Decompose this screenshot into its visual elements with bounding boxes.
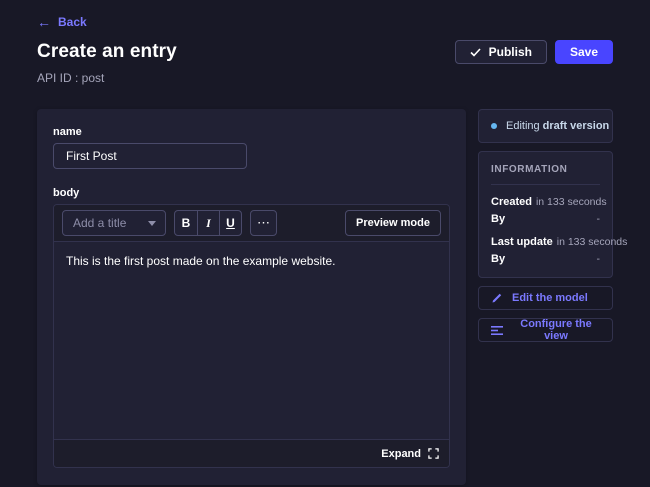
title-style-select[interactable]: Add a title [62,210,166,236]
header-actions: Publish Save [455,40,613,64]
publish-label: Publish [489,45,532,59]
pencil-icon [491,292,503,304]
preview-mode-button[interactable]: Preview mode [345,210,441,236]
name-input[interactable] [53,143,247,169]
italic-button[interactable]: I [197,211,219,235]
preview-mode-label: Preview mode [356,217,430,229]
content-area: name body Add a title B I U [0,109,650,485]
editor-toolbar: Add a title B I U ⋯ Preview mode [54,205,449,242]
more-options-button[interactable]: ⋯ [250,210,277,236]
title-select-label: Add a title [73,216,126,230]
body-field-label: body [53,187,450,199]
save-button[interactable]: Save [555,40,613,64]
body-editor-textarea[interactable]: This is the first post made on the examp… [54,242,449,439]
body-field: body Add a title B I U ⋯ [53,187,450,468]
body-text: This is the first post made on the examp… [66,254,335,268]
draft-status-badge: Editingdraft version [478,109,613,143]
configure-view-label: Configure the view [512,318,600,342]
format-button-group: B I U [174,210,242,236]
edit-model-label: Edit the model [512,292,588,304]
information-title: INFORMATION [491,164,600,175]
settings-lines-icon [491,325,503,336]
info-row-updated-by: By - [491,253,600,265]
draft-dot-icon [491,123,497,129]
chevron-down-icon [148,221,156,226]
publish-button[interactable]: Publish [455,40,547,64]
information-panel: INFORMATION Created in 133 seconds By - … [478,151,613,278]
bold-button[interactable]: B [175,211,197,235]
underline-button[interactable]: U [219,211,241,235]
rich-text-editor: Add a title B I U ⋯ Preview mode [53,204,450,468]
editor-footer: Expand [54,439,449,467]
expand-button[interactable]: Expand [381,448,421,460]
save-label: Save [570,45,598,59]
back-link[interactable]: ← Back [37,15,87,29]
back-label: Back [58,15,87,29]
entry-form-card: name body Add a title B I U [37,109,466,485]
info-row-last-update: Last update in 133 seconds [491,236,600,248]
name-field-label: name [53,126,450,138]
right-sidebar: Editingdraft version INFORMATION Created… [478,109,613,342]
info-row-created: Created in 133 seconds [491,196,600,208]
check-icon [470,48,481,57]
configure-view-button[interactable]: Configure the view [478,318,613,342]
info-row-created-by: By - [491,213,600,225]
edit-model-button[interactable]: Edit the model [478,286,613,310]
draft-status-text: Editingdraft version [506,120,609,132]
back-arrow-icon: ← [37,16,51,28]
divider [491,184,600,185]
page-header: ← Back Create an entry Publish Save API … [0,0,650,85]
expand-icon[interactable] [428,448,439,459]
page-title: Create an entry [37,41,177,63]
name-field: name [53,126,450,169]
api-id-subtitle: API ID : post [37,71,613,85]
